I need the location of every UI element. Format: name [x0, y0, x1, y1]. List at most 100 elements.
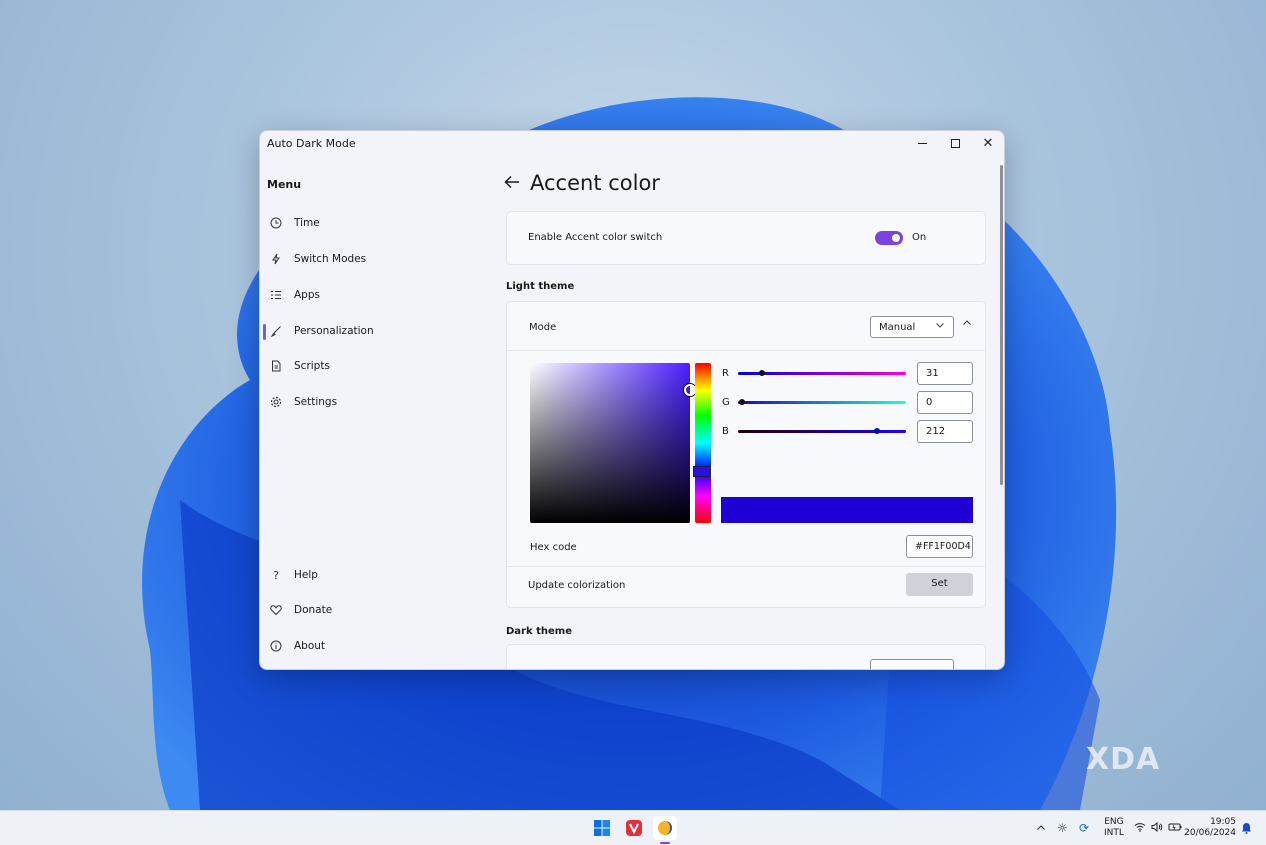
saturation-value-picker[interactable] — [530, 363, 690, 523]
start-button[interactable] — [590, 816, 614, 840]
xda-watermark: XDA — [1086, 742, 1161, 777]
sidebar-item-label: Personalization — [294, 325, 374, 337]
hue-slider[interactable] — [695, 363, 711, 523]
sidebar-item-personalization[interactable]: Personalization — [263, 316, 493, 346]
accent-switch-card: Enable Accent color switch On — [506, 211, 986, 265]
sidebar-item-label: About — [294, 640, 326, 652]
channel-r-input[interactable]: 31 — [917, 362, 973, 385]
channel-b-value: 212 — [926, 426, 946, 437]
dark-mode-dropdown[interactable] — [870, 659, 954, 669]
hue-slider-handle[interactable] — [693, 466, 711, 477]
back-button[interactable] — [504, 174, 520, 193]
sidebar-item-label: Settings — [294, 396, 338, 408]
page-title: Accent color — [530, 171, 660, 195]
window-title: Auto Dark Mode — [267, 137, 356, 150]
channel-r-value: 31 — [926, 368, 939, 379]
mode-label: Mode — [529, 322, 557, 333]
chevron-up-icon — [963, 320, 971, 325]
channel-g-value: 0 — [926, 397, 933, 408]
arrow-left-icon — [504, 175, 519, 189]
list-icon — [269, 288, 283, 302]
sidebar-item-time[interactable]: Time — [263, 208, 493, 238]
network-volume-battery-button[interactable] — [1134, 811, 1182, 845]
slider-thumb[interactable] — [739, 399, 745, 405]
clock-button[interactable]: 19:05 20/06/2024 — [1184, 811, 1236, 845]
dark-theme-card — [506, 644, 986, 669]
heart-icon — [269, 603, 283, 617]
document-icon — [269, 359, 283, 373]
volume-icon — [1151, 821, 1163, 835]
brush-icon — [269, 324, 283, 338]
sidebar-item-scripts[interactable]: Scripts — [263, 351, 493, 381]
channel-b-input[interactable]: 212 — [917, 420, 973, 443]
hex-code-input[interactable]: #FF1F00D4 — [906, 535, 973, 558]
hex-code-value: #FF1F00D4 — [915, 541, 971, 552]
sun-icon: ☼ — [1057, 821, 1068, 835]
channel-b-slider[interactable] — [738, 428, 906, 434]
clock-icon — [269, 216, 283, 230]
sidebar-item-label: Help — [294, 569, 318, 581]
battery-icon — [1168, 822, 1182, 835]
tray-overflow-button[interactable] — [1036, 811, 1046, 845]
taskbar-time: 19:05 — [1210, 817, 1236, 827]
mode-dropdown[interactable]: Manual — [870, 316, 954, 338]
set-button[interactable]: Set — [906, 573, 973, 596]
windows-logo-icon — [594, 820, 610, 836]
light-theme-card: Mode Manual R 31 G 0 B 212 Hex code #FF1… — [506, 301, 986, 608]
channel-b-label: B — [722, 426, 729, 437]
sidebar-item-about[interactable]: About — [263, 631, 493, 661]
light-theme-heading: Light theme — [506, 281, 575, 292]
taskbar-app-vivaldi[interactable] — [622, 816, 646, 840]
sync-icon: ⟳ — [1079, 821, 1090, 835]
info-icon — [269, 639, 283, 653]
sidebar-item-label: Donate — [294, 604, 333, 616]
taskbar-app-auto-dark-mode[interactable] — [653, 816, 677, 840]
wifi-icon — [1134, 822, 1146, 835]
notifications-button[interactable] — [1241, 811, 1252, 845]
maximize-icon — [950, 138, 960, 148]
slider-thumb[interactable] — [759, 370, 765, 376]
channel-r-slider[interactable] — [738, 370, 906, 376]
channel-g-slider[interactable] — [738, 399, 906, 405]
set-button-label: Set — [931, 578, 948, 589]
sidebar-item-switch-modes[interactable]: Switch Modes — [263, 244, 493, 274]
sidebar-item-settings[interactable]: Settings — [263, 387, 493, 417]
accent-switch-state: On — [912, 232, 927, 243]
chevron-up-icon — [1037, 825, 1045, 830]
divider — [507, 566, 985, 567]
sidebar-item-label: Scripts — [294, 360, 330, 372]
tray-settings-icon-button[interactable]: ☼ — [1057, 811, 1068, 845]
hex-code-label: Hex code — [530, 542, 577, 553]
content-scrollbar[interactable] — [1000, 165, 1003, 485]
tray-sync-button[interactable]: ⟳ — [1079, 811, 1089, 845]
menu-title: Menu — [267, 178, 302, 191]
minimize-icon — [917, 142, 927, 144]
vivaldi-icon — [626, 820, 642, 836]
channel-g-label: G — [722, 397, 730, 408]
slider-thumb[interactable] — [874, 428, 880, 434]
keyboard-layout: INTL — [1104, 828, 1124, 838]
mode-dropdown-value: Manual — [879, 322, 916, 333]
sidebar-item-donate[interactable]: Donate — [263, 595, 493, 625]
auto-dark-mode-icon — [658, 821, 672, 835]
title-bar[interactable]: Auto Dark Mode ✕ — [260, 131, 1004, 155]
channel-g-input[interactable]: 0 — [917, 391, 973, 414]
minimize-button[interactable] — [906, 131, 938, 155]
app-window: Auto Dark Mode ✕ Menu Time Switch Modes … — [259, 130, 1005, 670]
taskbar: ☼ ⟳ ENG INTL 19:05 20/06/2024 — [0, 810, 1266, 845]
sidebar-item-help[interactable]: ? Help — [263, 560, 493, 590]
maximize-button[interactable] — [939, 131, 971, 155]
sidebar-item-apps[interactable]: Apps — [263, 280, 493, 310]
sidebar-item-label: Apps — [294, 289, 320, 301]
collapse-button[interactable] — [962, 318, 972, 331]
chevron-down-icon — [935, 320, 945, 333]
toggle-knob — [892, 234, 900, 242]
question-icon: ? — [273, 568, 279, 582]
update-colorization-label: Update colorization — [528, 580, 626, 591]
language-indicator[interactable]: ENG INTL — [1104, 811, 1124, 845]
accent-switch-toggle[interactable] — [875, 231, 903, 245]
sidebar-item-label: Switch Modes — [294, 253, 367, 265]
close-button[interactable]: ✕ — [972, 131, 1004, 155]
bolt-icon — [269, 252, 283, 266]
accent-switch-label: Enable Accent color switch — [528, 232, 663, 243]
